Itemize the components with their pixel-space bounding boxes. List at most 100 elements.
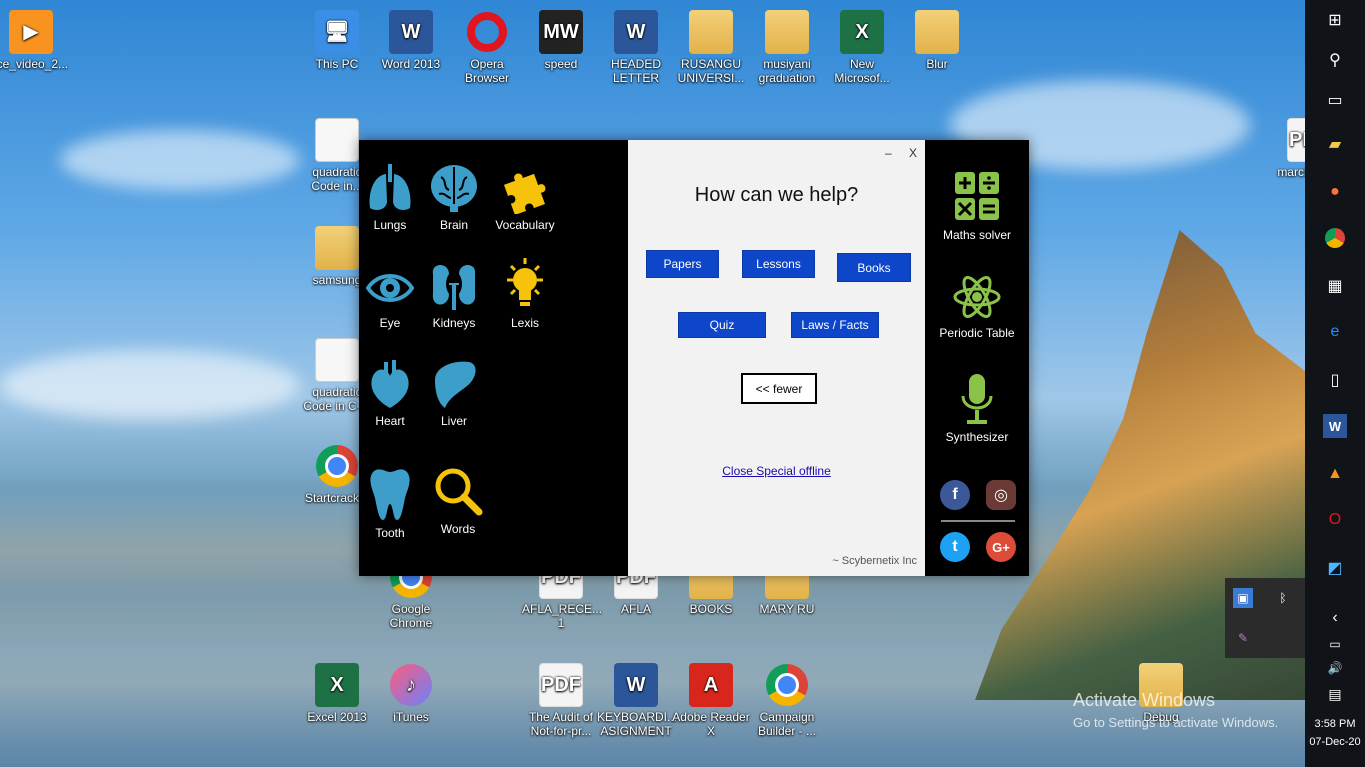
desktop-icon[interactable]: ▶ ice_video_2... bbox=[0, 10, 70, 71]
liver-icon bbox=[435, 361, 476, 408]
desktop-icon[interactable]: A Adobe Reader X bbox=[672, 663, 750, 738]
desktop-icon-glyph: X bbox=[315, 663, 359, 707]
desktop-icon[interactable]: W HEADED LETTER bbox=[597, 10, 675, 85]
minimize-button[interactable]: – bbox=[885, 146, 892, 160]
papers-button[interactable]: Papers bbox=[646, 250, 719, 278]
desktop-icon[interactable]: 🖥 This PC bbox=[298, 10, 376, 71]
opera-icon[interactable]: O bbox=[1323, 508, 1347, 532]
eye-icon bbox=[366, 274, 414, 302]
clock-date[interactable]: 07-Dec-20 bbox=[1305, 736, 1365, 748]
kidneys-icon bbox=[432, 265, 476, 310]
instagram-icon[interactable]: ◎ bbox=[986, 480, 1016, 510]
search-icon[interactable]: ⚲ bbox=[1323, 48, 1347, 72]
tile-label: Synthesizer bbox=[945, 430, 1009, 444]
close-offline-link[interactable]: Close Special offline bbox=[628, 464, 925, 478]
network-app-icon[interactable]: ▣ bbox=[1233, 588, 1253, 608]
desktop-icon-label: BOOKS bbox=[689, 602, 733, 616]
clock-time[interactable]: 3:58 PM bbox=[1305, 718, 1365, 730]
desktop-icon[interactable]: X Excel 2013 bbox=[298, 663, 376, 724]
desktop-icon-label: The Audit of Not-for-pr... bbox=[528, 710, 594, 738]
tile-periodic-table[interactable]: Periodic Table bbox=[927, 272, 1027, 340]
tile-synthesizer[interactable]: Synthesizer bbox=[927, 372, 1027, 444]
file-icon[interactable]: ▯ bbox=[1323, 368, 1347, 392]
app-icon[interactable]: ◩ bbox=[1323, 556, 1347, 580]
google-plus-icon[interactable]: G+ bbox=[986, 532, 1016, 562]
word-icon[interactable]: W bbox=[1323, 414, 1347, 438]
tile-tooth[interactable]: Tooth bbox=[365, 466, 415, 540]
tile-brain[interactable]: Brain bbox=[428, 162, 480, 232]
desktop-icon-label: iTunes bbox=[393, 710, 429, 724]
tile-maths-solver[interactable]: Maths solver bbox=[927, 170, 1027, 242]
desktop-icon-label: Google Chrome bbox=[389, 602, 433, 630]
desktop-icon[interactable]: PDF The Audit of Not-for-pr... bbox=[522, 663, 600, 738]
left-panel: Lungs Brain Vocabulary Eye Kidneys Lexis… bbox=[359, 140, 628, 576]
tile-label: Vocabulary bbox=[495, 218, 555, 232]
tile-eye[interactable]: Eye bbox=[365, 266, 415, 330]
store-icon[interactable]: ▦ bbox=[1323, 274, 1347, 298]
desktop-icon-label: New Microsof... bbox=[834, 57, 890, 85]
desktop-icon-glyph bbox=[315, 444, 359, 488]
battery-icon[interactable]: ▭ bbox=[1323, 632, 1347, 656]
desktop-icon[interactable]: W Word 2013 bbox=[372, 10, 450, 71]
heart-icon bbox=[371, 360, 409, 408]
tile-lungs[interactable]: Lungs bbox=[365, 162, 415, 232]
tile-heart[interactable]: Heart bbox=[365, 358, 415, 428]
tile-words[interactable]: Words bbox=[431, 466, 485, 536]
desktop-icon-label: Excel 2013 bbox=[307, 710, 367, 724]
desktop-icon[interactable]: Campaign Builder - ... bbox=[748, 663, 826, 738]
chevron-left-icon[interactable]: ‹ bbox=[1323, 606, 1347, 630]
task-view-icon[interactable]: ▭ bbox=[1323, 88, 1347, 112]
desktop-icon-glyph bbox=[915, 10, 959, 54]
desktop-icon[interactable]: Opera Browser bbox=[448, 10, 526, 85]
facebook-icon[interactable]: f bbox=[940, 480, 970, 510]
app-window: Lungs Brain Vocabulary Eye Kidneys Lexis… bbox=[359, 140, 1029, 576]
desktop-icon[interactable]: ♪ iTunes bbox=[372, 663, 450, 724]
tile-label: Kidneys bbox=[432, 316, 476, 330]
twitter-icon[interactable]: t bbox=[940, 532, 970, 562]
tile-liver[interactable]: Liver bbox=[428, 358, 480, 428]
lessons-button[interactable]: Lessons bbox=[742, 250, 815, 278]
magnifier-icon bbox=[435, 468, 483, 516]
desktop-icon[interactable]: MW speed bbox=[522, 10, 600, 71]
feather-icon[interactable]: ✎ bbox=[1233, 628, 1253, 648]
notification-icon[interactable]: ▤ bbox=[1323, 682, 1347, 706]
vlc-icon[interactable]: ▲ bbox=[1323, 462, 1347, 486]
file-explorer-icon[interactable]: ▰ bbox=[1323, 132, 1347, 156]
desktop-icon[interactable]: RUSANGU UNIVERSI... bbox=[672, 10, 750, 85]
desktop-icon-glyph: 🖥 bbox=[315, 10, 359, 54]
laws-facts-button[interactable]: Laws / Facts bbox=[791, 312, 879, 338]
tile-label: Lexis bbox=[510, 316, 539, 330]
desktop-icon[interactable]: musiyani graduation bbox=[748, 10, 826, 85]
center-panel: – X How can we help? Papers Lessons Book… bbox=[628, 140, 925, 576]
desktop-icon-label: Adobe Reader X bbox=[672, 710, 750, 738]
windows-icon[interactable]: ⊞ bbox=[1323, 8, 1347, 32]
atom-icon bbox=[953, 276, 1001, 318]
desktop-icon[interactable]: X New Microsof... bbox=[823, 10, 901, 85]
microphone-icon bbox=[961, 374, 993, 424]
chrome-icon[interactable] bbox=[1323, 226, 1347, 250]
cloud bbox=[0, 350, 300, 420]
fewer-button[interactable]: << fewer bbox=[741, 373, 817, 404]
tile-kidneys[interactable]: Kidneys bbox=[428, 260, 480, 330]
close-button[interactable]: X bbox=[909, 146, 917, 160]
quiz-button[interactable]: Quiz bbox=[678, 312, 766, 338]
tile-vocabulary[interactable]: Vocabulary bbox=[495, 162, 555, 232]
books-button[interactable]: Books bbox=[837, 253, 911, 282]
bluetooth-icon[interactable]: ᛒ bbox=[1273, 588, 1293, 608]
desktop-icon-glyph: W bbox=[614, 663, 658, 707]
desktop-icon-glyph: MW bbox=[539, 10, 583, 54]
desktop-icon-label: ice_video_2... bbox=[0, 57, 69, 71]
tile-label: Tooth bbox=[375, 526, 405, 540]
footer-credit: ~ Scybernetix Inc bbox=[832, 555, 917, 567]
firefox-icon[interactable]: ● bbox=[1323, 180, 1347, 204]
desktop-icon[interactable]: W KEYBOARDI... ASIGNMENT bbox=[597, 663, 677, 738]
tile-label: Maths solver bbox=[942, 228, 1012, 242]
desktop-icon-glyph bbox=[315, 226, 359, 270]
volume-icon[interactable]: 🔊 bbox=[1323, 656, 1347, 680]
desktop-icon-glyph bbox=[765, 663, 809, 707]
tray-overflow-popup: ▣ ᛒ ✎ bbox=[1225, 578, 1305, 658]
edge-icon[interactable]: e bbox=[1323, 320, 1347, 344]
tile-lexis[interactable]: Lexis bbox=[495, 252, 555, 330]
desktop-icon[interactable]: Blur bbox=[898, 10, 976, 71]
desktop-icon-glyph bbox=[315, 338, 359, 382]
